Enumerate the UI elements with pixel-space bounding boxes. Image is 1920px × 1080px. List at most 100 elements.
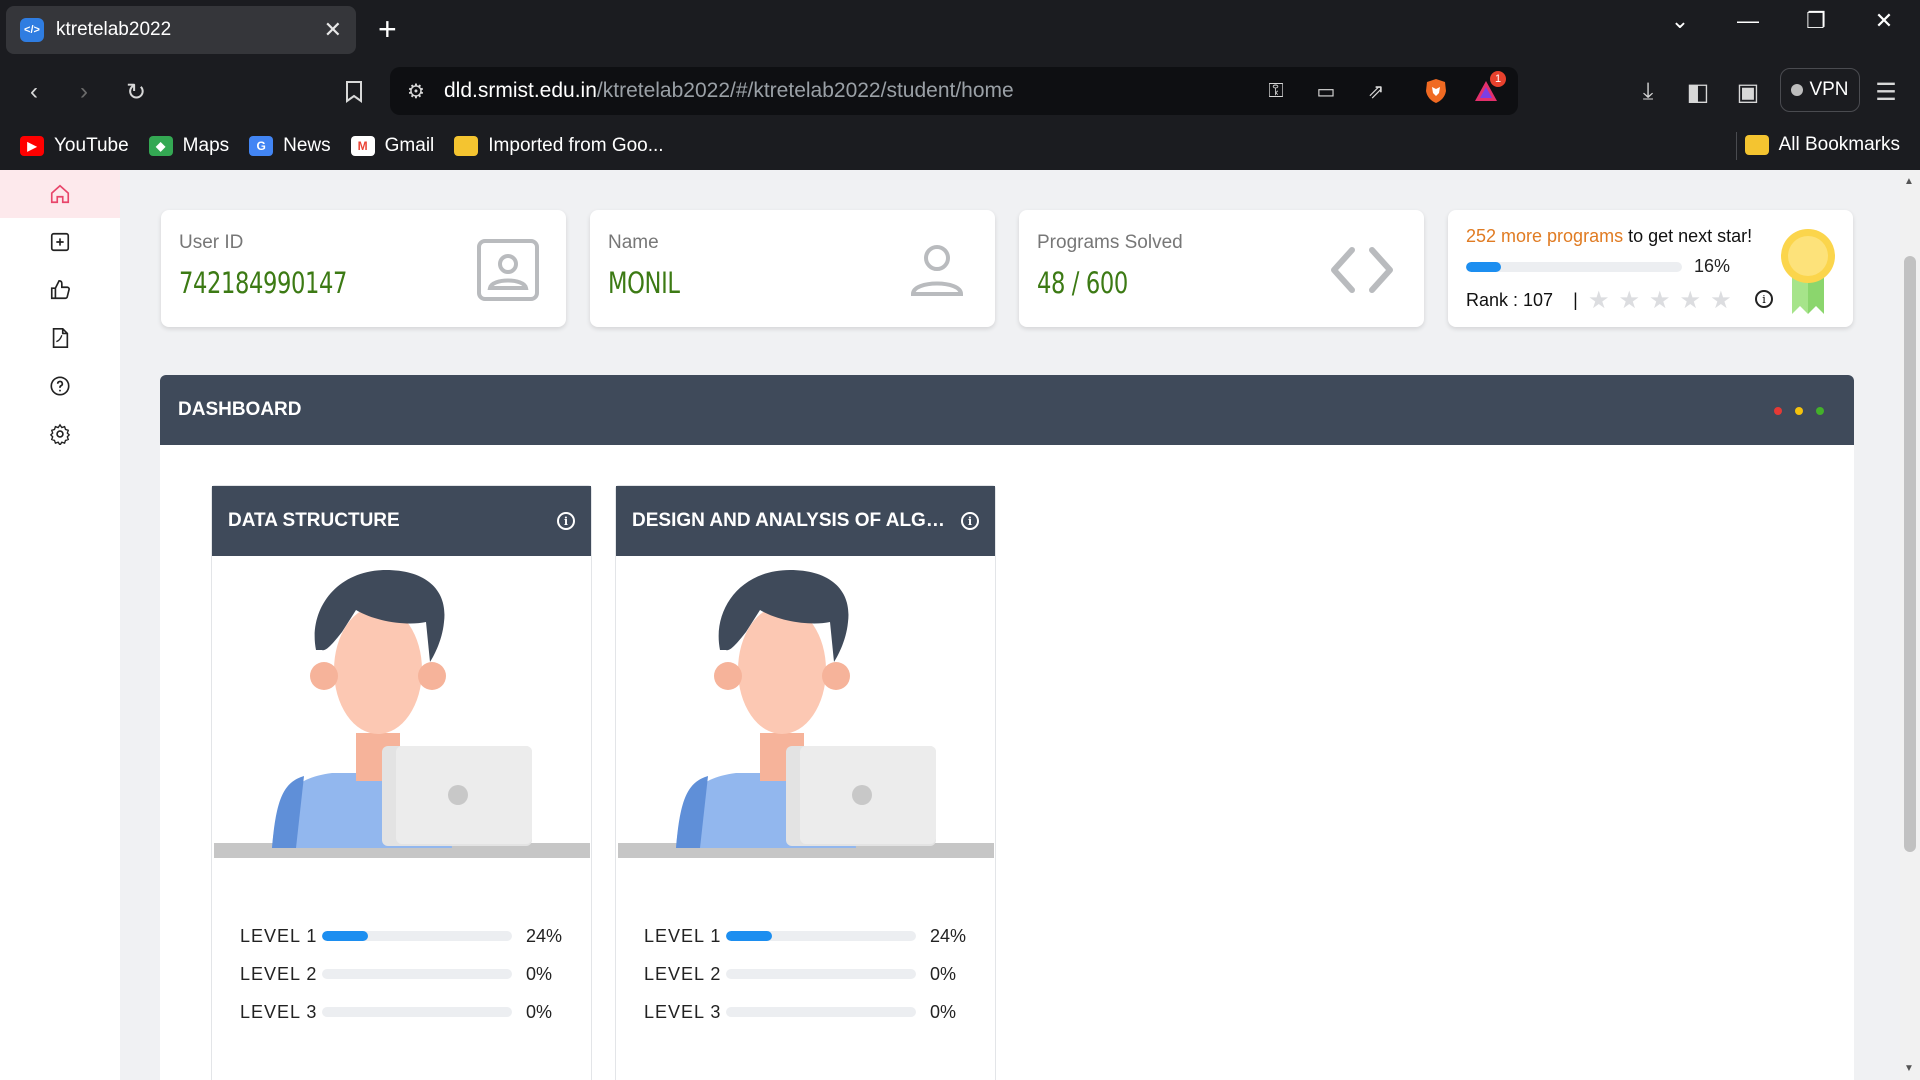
pdf-file-icon bbox=[52, 328, 69, 348]
bookmark-folder-imported[interactable]: Imported from Goo... bbox=[454, 135, 664, 157]
bookmark-maps[interactable]: ◆ Maps bbox=[148, 135, 230, 157]
student-laptop-illustration bbox=[214, 570, 590, 858]
level-progress-bar bbox=[726, 1007, 916, 1017]
all-bookmarks-button[interactable]: All Bookmarks bbox=[1744, 134, 1900, 156]
sidebar-item-feedback[interactable] bbox=[0, 266, 120, 314]
browser-toolbar: ‹ › ↻ ⚙ dld.srmist.edu.in/ktretelab2022/… bbox=[0, 60, 1920, 122]
wallet-icon[interactable]: ▣ bbox=[1730, 74, 1766, 110]
url-path: /ktretelab2022/#/ktretelab2022/student/h… bbox=[596, 79, 1014, 102]
scroll-up-icon[interactable]: ▲ bbox=[1904, 176, 1914, 187]
star-icon: ★ bbox=[1588, 287, 1610, 314]
level-percent: 24% bbox=[526, 925, 563, 946]
code-icon bbox=[1331, 247, 1393, 293]
level-name: LEVEL 1 bbox=[644, 925, 722, 946]
reload-icon[interactable]: ↻ bbox=[118, 74, 154, 110]
sidebar-item-pdf[interactable] bbox=[0, 314, 120, 362]
url-host: dld.srmist.edu.in bbox=[444, 79, 597, 102]
bookmark-icon[interactable] bbox=[336, 74, 372, 110]
all-bookmarks-label: All Bookmarks bbox=[1778, 134, 1900, 155]
notification-badge: 1 bbox=[1490, 71, 1506, 87]
star-progress-bar bbox=[1466, 262, 1682, 272]
close-window-button[interactable]: ✕ bbox=[1862, 8, 1906, 34]
scroll-thumb[interactable] bbox=[1904, 256, 1916, 852]
scroll-down-icon[interactable]: ▼ bbox=[1904, 1063, 1914, 1074]
course-card-data-structure[interactable]: DATA STRUCTURE i LEVEL 1 24% LEVEL 2 0% … bbox=[211, 485, 592, 1080]
rank-label: Rank : 107 | bbox=[1466, 290, 1578, 310]
thumbs-up-icon bbox=[50, 280, 70, 300]
close-tab-icon[interactable]: ✕ bbox=[324, 17, 342, 43]
rank-info-icon[interactable]: i bbox=[1755, 290, 1773, 308]
tab-search-chevron-icon[interactable]: ⌄ bbox=[1658, 8, 1702, 34]
level-name: LEVEL 3 bbox=[644, 1001, 722, 1022]
tab-title: ktretelab2022 bbox=[56, 19, 172, 40]
bookmark-gmail[interactable]: M Gmail bbox=[350, 135, 435, 157]
star-rating: ★ ★ ★ ★ ★ bbox=[1588, 286, 1732, 315]
star-icon: ★ bbox=[1679, 287, 1702, 314]
sidebar-item-add[interactable] bbox=[0, 218, 120, 266]
gmail-icon: M bbox=[350, 136, 375, 156]
bookmarks-divider bbox=[1736, 132, 1737, 160]
level-row: LEVEL 2 0% bbox=[644, 962, 974, 986]
app-sidebar bbox=[0, 170, 120, 1080]
sidebar-item-home[interactable] bbox=[0, 170, 120, 218]
vpn-button[interactable]: VPN bbox=[1780, 68, 1860, 112]
user-icon bbox=[910, 245, 964, 296]
course-title: DATA STRUCTURE bbox=[228, 510, 400, 531]
bookmark-label: Maps bbox=[182, 135, 230, 156]
course-card-design-analysis-algorithms[interactable]: DESIGN AND ANALYSIS OF ALGO... i LEVEL 1… bbox=[615, 485, 996, 1080]
sidebar-toggle-icon[interactable]: ◧ bbox=[1680, 74, 1716, 110]
bookmark-youtube[interactable]: ▶ YouTube bbox=[20, 135, 129, 157]
level-progress-fill bbox=[322, 931, 368, 941]
level-progress-bar bbox=[322, 1007, 512, 1017]
next-star-text: to get next star! bbox=[1623, 226, 1753, 246]
programs-solved-card: Programs Solved 48 / 600 bbox=[1019, 210, 1424, 327]
address-bar[interactable]: ⚙ dld.srmist.edu.in/ktretelab2022/#/ktre… bbox=[390, 67, 1518, 115]
minimize-button[interactable]: — bbox=[1726, 8, 1770, 34]
level-row: LEVEL 1 24% bbox=[240, 924, 570, 948]
star-icon: ★ bbox=[1618, 287, 1641, 314]
level-progress-bar bbox=[322, 931, 512, 941]
page-scrollbar[interactable]: ▲ ▼ bbox=[1900, 170, 1920, 1080]
dashboard-panel: DASHBOARD DATA STRUCTURE i LEVEL 1 24% L… bbox=[160, 375, 1854, 1080]
info-icon[interactable]: i bbox=[961, 512, 979, 530]
add-square-icon bbox=[50, 232, 70, 252]
name-value: MONIL bbox=[608, 266, 680, 300]
sidebar-item-settings[interactable] bbox=[0, 410, 120, 458]
brave-shields-icon[interactable] bbox=[1420, 75, 1452, 107]
back-icon[interactable]: ‹ bbox=[16, 74, 52, 110]
level-row: LEVEL 3 0% bbox=[240, 1000, 570, 1024]
site-info-icon[interactable]: ⚙ bbox=[400, 75, 432, 107]
next-star-message: 252 more programs to get next star! bbox=[1466, 226, 1752, 247]
vpn-label: VPN bbox=[1809, 79, 1849, 100]
level-percent: 0% bbox=[526, 963, 553, 984]
share-icon[interactable]: ⇗ bbox=[1360, 75, 1392, 107]
downloads-icon[interactable]: ⤓ bbox=[1630, 74, 1666, 110]
restore-button[interactable]: ❐ bbox=[1794, 8, 1838, 34]
bookmark-news[interactable]: G News bbox=[249, 135, 331, 157]
level-percent: 0% bbox=[930, 1001, 957, 1022]
browser-tab[interactable]: </> ktretelab2022 ✕ bbox=[6, 6, 356, 54]
info-icon[interactable]: i bbox=[557, 512, 575, 530]
password-key-icon[interactable]: ⚿ bbox=[1260, 75, 1292, 107]
level-row: LEVEL 3 0% bbox=[644, 1000, 974, 1024]
folder-icon bbox=[454, 136, 479, 156]
menu-icon[interactable]: ☰ bbox=[1868, 74, 1904, 110]
forward-icon[interactable]: › bbox=[66, 74, 102, 110]
bookmark-label: YouTube bbox=[54, 135, 129, 156]
sidebar-item-help[interactable] bbox=[0, 362, 120, 410]
level-row: LEVEL 2 0% bbox=[240, 962, 570, 986]
dashboard-title: DASHBOARD bbox=[178, 399, 302, 420]
rank-value: Rank : 107 bbox=[1466, 290, 1554, 310]
star-progress-percent: 16% bbox=[1694, 256, 1731, 276]
name-label: Name bbox=[608, 232, 659, 253]
course-header: DATA STRUCTURE i bbox=[212, 486, 591, 556]
new-tab-button[interactable]: + bbox=[378, 12, 397, 46]
yellow-dot-icon bbox=[1795, 407, 1803, 415]
cast-icon[interactable]: ▭ bbox=[1310, 75, 1342, 107]
bookmark-label: Gmail bbox=[384, 135, 435, 156]
page-content: User ID 742184990147 Name MONIL Programs… bbox=[0, 170, 1920, 1080]
vpn-status-icon bbox=[1791, 84, 1804, 96]
name-card: Name MONIL bbox=[590, 210, 995, 327]
dashboard-header: DASHBOARD bbox=[160, 375, 1854, 445]
next-star-card: 252 more programs to get next star! 16% … bbox=[1448, 210, 1853, 327]
